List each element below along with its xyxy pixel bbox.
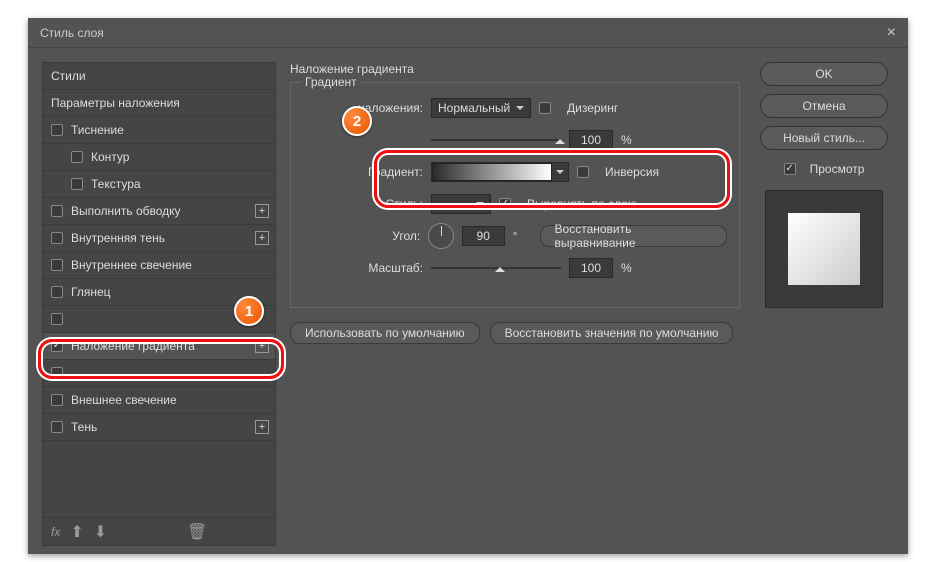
dialog-body: Стили Параметры наложения Тиснение Контур… — [28, 48, 908, 554]
plus-icon[interactable]: + — [255, 420, 269, 434]
style-item-label: Выполнить обводку — [71, 204, 181, 218]
style-item-label: Наложение градиента — [71, 339, 195, 353]
style-item-label: Тиснение — [71, 123, 124, 137]
style-item[interactable]: Тиснение — [43, 117, 275, 144]
arrow-down-icon[interactable]: ⬇ — [94, 522, 107, 542]
style-checkbox[interactable] — [51, 421, 63, 433]
right-panel: OK Отмена Новый стиль... Просмотр — [754, 62, 894, 546]
window-title: Стиль слоя — [40, 26, 104, 40]
style-item-label: Внутренняя тень — [71, 231, 165, 245]
angle-label: Угол: — [303, 229, 420, 243]
style-select[interactable] — [431, 194, 491, 214]
dither-label: Дизеринг — [567, 101, 618, 115]
reset-default-button[interactable]: Восстановить значения по умолчанию — [490, 322, 734, 344]
style-item[interactable]: Внутреннее свечение — [43, 252, 275, 279]
cancel-button[interactable]: Отмена — [760, 94, 888, 118]
style-item[interactable]: Тень + — [43, 414, 275, 441]
gradient-label: Градиент: — [303, 165, 423, 179]
plus-icon[interactable]: + — [255, 339, 269, 353]
style-checkbox[interactable] — [51, 313, 63, 325]
style-item-label: Контур — [91, 150, 129, 164]
layer-style-dialog: Стиль слоя × Стили Параметры наложения Т… — [28, 18, 908, 554]
style-checkbox[interactable] — [71, 151, 83, 163]
opacity-slider[interactable] — [431, 137, 561, 143]
plus-icon[interactable]: + — [255, 231, 269, 245]
scale-value[interactable]: 100 — [569, 258, 613, 278]
preview-label: Просмотр — [810, 162, 865, 176]
style-item-label: Глянец — [71, 285, 111, 299]
style-checkbox[interactable] — [51, 205, 63, 217]
scale-label: Масштаб: — [303, 261, 423, 275]
callout-badge-2: 2 — [342, 106, 372, 136]
fieldset-legend: Градиент — [301, 75, 361, 89]
preview-box — [765, 190, 883, 308]
style-checkbox[interactable] — [71, 178, 83, 190]
new-style-button[interactable]: Новый стиль... — [760, 126, 888, 150]
preview-checkbox[interactable] — [784, 163, 796, 175]
style-item-label: Внутреннее свечение — [71, 258, 192, 272]
style-checkbox[interactable] — [51, 340, 63, 352]
reset-align-button[interactable]: Восстановить выравнивание — [540, 225, 727, 247]
scale-unit: % — [621, 261, 632, 275]
style-item[interactable]: Внешнее свечение — [43, 387, 275, 414]
scale-slider[interactable] — [431, 265, 561, 271]
style-item[interactable]: Выполнить обводку + — [43, 198, 275, 225]
align-checkbox[interactable] — [499, 198, 511, 210]
titlebar: Стиль слоя × — [28, 18, 908, 48]
reverse-label: Инверсия — [605, 165, 659, 179]
style-item[interactable]: Текстура — [43, 171, 275, 198]
style-item[interactable]: Контур — [43, 144, 275, 171]
style-checkbox[interactable] — [51, 232, 63, 244]
make-default-button[interactable]: Использовать по умолчанию — [290, 322, 480, 344]
angle-unit: ° — [513, 229, 518, 243]
style-label: Стиль: — [303, 197, 423, 211]
styles-footer: fx ⬆ ⬇ 🗑 — [43, 517, 275, 545]
ok-button[interactable]: OK — [760, 62, 888, 86]
fx-icon[interactable]: fx — [51, 525, 60, 539]
opacity-value[interactable]: 100 — [569, 130, 613, 150]
style-item[interactable]: Наложение градиента + — [43, 333, 275, 360]
style-item-label: Внешнее свечение — [71, 393, 177, 407]
style-checkbox[interactable] — [51, 394, 63, 406]
styles-header[interactable]: Стили — [43, 63, 275, 90]
style-checkbox[interactable] — [51, 259, 63, 271]
blendmode-select[interactable]: Нормальный — [431, 98, 531, 118]
align-label: Выровнять по слою — [527, 197, 637, 211]
arrow-up-icon[interactable]: ⬆ — [70, 522, 83, 542]
style-item-label: Текстура — [91, 177, 141, 191]
close-icon[interactable]: × — [887, 24, 896, 42]
angle-dial[interactable] — [428, 223, 453, 249]
dither-checkbox[interactable] — [539, 102, 551, 114]
style-item[interactable]: Внутренняя тень + — [43, 225, 275, 252]
reverse-checkbox[interactable] — [577, 166, 589, 178]
angle-value[interactable]: 90 — [462, 226, 505, 246]
style-item-label: Тень — [71, 420, 97, 434]
blending-options-row[interactable]: Параметры наложения — [43, 90, 275, 117]
preview-swatch — [788, 213, 860, 285]
trash-icon[interactable]: 🗑 — [127, 522, 267, 542]
style-checkbox[interactable] — [51, 367, 63, 379]
style-checkbox[interactable] — [51, 124, 63, 136]
opacity-unit: % — [621, 133, 632, 147]
panel-title: Наложение градиента — [290, 62, 740, 76]
gradient-picker[interactable] — [431, 162, 569, 182]
style-item[interactable] — [43, 360, 275, 387]
style-checkbox[interactable] — [51, 286, 63, 298]
plus-icon[interactable]: + — [255, 204, 269, 218]
callout-badge-1: 1 — [234, 296, 264, 326]
